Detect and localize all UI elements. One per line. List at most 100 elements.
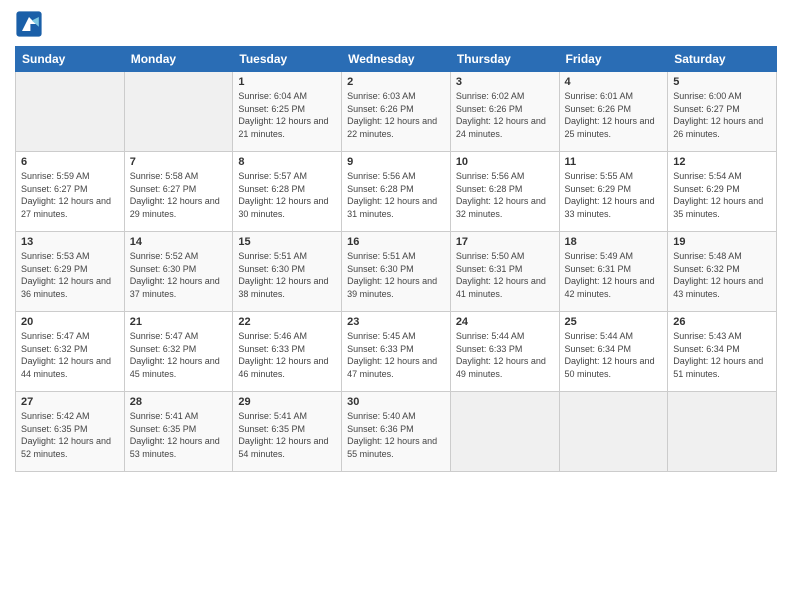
day-cell: 13 Sunrise: 5:53 AMSunset: 6:29 PMDayligh…	[16, 232, 125, 312]
day-number: 26	[673, 316, 771, 328]
day-cell: 28 Sunrise: 5:41 AMSunset: 6:35 PMDayligh…	[124, 392, 233, 472]
week-row-1: 1 Sunrise: 6:04 AMSunset: 6:25 PMDaylight…	[16, 72, 777, 152]
day-cell: 2Sunrise: 6:03 AMSunset: 6:26 PMDaylight…	[342, 72, 451, 152]
day-cell: 8 Sunrise: 5:57 AMSunset: 6:28 PMDaylight…	[233, 152, 342, 232]
day-number: 24	[456, 316, 554, 328]
day-cell: 6Sunrise: 5:59 AMSunset: 6:27 PMDaylight…	[16, 152, 125, 232]
day-cell: 1 Sunrise: 6:04 AMSunset: 6:25 PMDaylight…	[233, 72, 342, 152]
calendar-header: SundayMondayTuesdayWednesdayThursdayFrid…	[16, 47, 777, 72]
sun-info: Sunrise: 5:47 AMSunset: 6:32 PMDaylight:…	[21, 330, 119, 380]
day-number: 21	[130, 316, 228, 328]
day-cell: 19 Sunrise: 5:48 AMSunset: 6:32 PMDayligh…	[668, 232, 777, 312]
sun-info: Sunrise: 5:44 AMSunset: 6:34 PMDaylight:…	[565, 330, 663, 380]
day-cell: 15 Sunrise: 5:51 AMSunset: 6:30 PMDayligh…	[233, 232, 342, 312]
day-number: 30	[347, 396, 445, 408]
day-cell: 3 Sunrise: 6:02 AMSunset: 6:26 PMDaylight…	[450, 72, 559, 152]
sun-info: Sunrise: 5:46 AMSunset: 6:33 PMDaylight:…	[238, 330, 336, 380]
sun-info: Sunrise: 5:53 AMSunset: 6:29 PMDaylight:…	[21, 250, 119, 300]
header-cell-saturday: Saturday	[668, 47, 777, 72]
day-cell: 16 Sunrise: 5:51 AMSunset: 6:30 PMDayligh…	[342, 232, 451, 312]
header-cell-tuesday: Tuesday	[233, 47, 342, 72]
day-number: 5	[673, 76, 771, 88]
sun-info: Sunrise: 6:01 AMSunset: 6:26 PMDaylight:…	[565, 90, 663, 140]
day-cell: 18 Sunrise: 5:49 AMSunset: 6:31 PMDayligh…	[559, 232, 668, 312]
sun-info: Sunrise: 5:42 AMSunset: 6:35 PMDaylight:…	[21, 410, 119, 460]
sun-info: Sunrise: 6:00 AMSunset: 6:27 PMDaylight:…	[673, 90, 771, 140]
day-cell: 12 Sunrise: 5:54 AMSunset: 6:29 PMDayligh…	[668, 152, 777, 232]
day-number: 4	[565, 76, 663, 88]
calendar-table: SundayMondayTuesdayWednesdayThursdayFrid…	[15, 46, 777, 472]
week-row-3: 13 Sunrise: 5:53 AMSunset: 6:29 PMDayligh…	[16, 232, 777, 312]
day-cell: 17 Sunrise: 5:50 AMSunset: 6:31 PMDayligh…	[450, 232, 559, 312]
day-number: 19	[673, 236, 771, 248]
sun-info: Sunrise: 6:03 AMSunset: 6:26 PMDaylight:…	[347, 90, 445, 140]
day-cell: 5 Sunrise: 6:00 AMSunset: 6:27 PMDaylight…	[668, 72, 777, 152]
day-number: 28	[130, 396, 228, 408]
day-number: 1	[238, 76, 336, 88]
day-cell	[124, 72, 233, 152]
day-cell: 23Sunrise: 5:45 AMSunset: 6:33 PMDayligh…	[342, 312, 451, 392]
sun-info: Sunrise: 5:41 AMSunset: 6:35 PMDaylight:…	[238, 410, 336, 460]
day-cell	[16, 72, 125, 152]
header-cell-wednesday: Wednesday	[342, 47, 451, 72]
sun-info: Sunrise: 5:40 AMSunset: 6:36 PMDaylight:…	[347, 410, 445, 460]
day-number: 15	[238, 236, 336, 248]
day-number: 27	[21, 396, 119, 408]
day-cell: 25 Sunrise: 5:44 AMSunset: 6:34 PMDayligh…	[559, 312, 668, 392]
sun-info: Sunrise: 5:44 AMSunset: 6:33 PMDaylight:…	[456, 330, 554, 380]
day-number: 9	[347, 156, 445, 168]
day-number: 18	[565, 236, 663, 248]
calendar-body: 1 Sunrise: 6:04 AMSunset: 6:25 PMDaylight…	[16, 72, 777, 472]
header-cell-sunday: Sunday	[16, 47, 125, 72]
day-number: 17	[456, 236, 554, 248]
day-cell: 26 Sunrise: 5:43 AMSunset: 6:34 PMDayligh…	[668, 312, 777, 392]
day-cell: 21Sunrise: 5:47 AMSunset: 6:32 PMDayligh…	[124, 312, 233, 392]
day-number: 25	[565, 316, 663, 328]
day-number: 8	[238, 156, 336, 168]
day-cell: 10Sunrise: 5:56 AMSunset: 6:28 PMDayligh…	[450, 152, 559, 232]
day-number: 12	[673, 156, 771, 168]
logo	[15, 10, 47, 38]
sun-info: Sunrise: 5:51 AMSunset: 6:30 PMDaylight:…	[238, 250, 336, 300]
sun-info: Sunrise: 5:52 AMSunset: 6:30 PMDaylight:…	[130, 250, 228, 300]
day-cell: 29 Sunrise: 5:41 AMSunset: 6:35 PMDayligh…	[233, 392, 342, 472]
week-row-4: 20 Sunrise: 5:47 AMSunset: 6:32 PMDayligh…	[16, 312, 777, 392]
day-number: 7	[130, 156, 228, 168]
header-cell-monday: Monday	[124, 47, 233, 72]
page-container: SundayMondayTuesdayWednesdayThursdayFrid…	[0, 0, 792, 612]
logo-icon	[15, 10, 43, 38]
sun-info: Sunrise: 5:58 AMSunset: 6:27 PMDaylight:…	[130, 170, 228, 220]
week-row-2: 6Sunrise: 5:59 AMSunset: 6:27 PMDaylight…	[16, 152, 777, 232]
sun-info: Sunrise: 6:04 AMSunset: 6:25 PMDaylight:…	[238, 90, 336, 140]
day-number: 13	[21, 236, 119, 248]
sun-info: Sunrise: 6:02 AMSunset: 6:26 PMDaylight:…	[456, 90, 554, 140]
day-number: 29	[238, 396, 336, 408]
sun-info: Sunrise: 5:57 AMSunset: 6:28 PMDaylight:…	[238, 170, 336, 220]
sun-info: Sunrise: 5:54 AMSunset: 6:29 PMDaylight:…	[673, 170, 771, 220]
sun-info: Sunrise: 5:43 AMSunset: 6:34 PMDaylight:…	[673, 330, 771, 380]
day-cell: 22 Sunrise: 5:46 AMSunset: 6:33 PMDayligh…	[233, 312, 342, 392]
day-cell: 4 Sunrise: 6:01 AMSunset: 6:26 PMDaylight…	[559, 72, 668, 152]
sun-info: Sunrise: 5:51 AMSunset: 6:30 PMDaylight:…	[347, 250, 445, 300]
sun-info: Sunrise: 5:59 AMSunset: 6:27 PMDaylight:…	[21, 170, 119, 220]
week-row-5: 27 Sunrise: 5:42 AMSunset: 6:35 PMDayligh…	[16, 392, 777, 472]
day-number: 16	[347, 236, 445, 248]
day-number: 10	[456, 156, 554, 168]
day-number: 20	[21, 316, 119, 328]
day-cell: 11Sunrise: 5:55 AMSunset: 6:29 PMDayligh…	[559, 152, 668, 232]
sun-info: Sunrise: 5:49 AMSunset: 6:31 PMDaylight:…	[565, 250, 663, 300]
day-cell: 27 Sunrise: 5:42 AMSunset: 6:35 PMDayligh…	[16, 392, 125, 472]
day-number: 22	[238, 316, 336, 328]
sun-info: Sunrise: 5:50 AMSunset: 6:31 PMDaylight:…	[456, 250, 554, 300]
header	[15, 10, 777, 38]
sun-info: Sunrise: 5:41 AMSunset: 6:35 PMDaylight:…	[130, 410, 228, 460]
day-cell: 14 Sunrise: 5:52 AMSunset: 6:30 PMDayligh…	[124, 232, 233, 312]
sun-info: Sunrise: 5:56 AMSunset: 6:28 PMDaylight:…	[347, 170, 445, 220]
sun-info: Sunrise: 5:55 AMSunset: 6:29 PMDaylight:…	[565, 170, 663, 220]
day-cell: 24 Sunrise: 5:44 AMSunset: 6:33 PMDayligh…	[450, 312, 559, 392]
day-cell: 7 Sunrise: 5:58 AMSunset: 6:27 PMDaylight…	[124, 152, 233, 232]
day-number: 14	[130, 236, 228, 248]
sun-info: Sunrise: 5:48 AMSunset: 6:32 PMDaylight:…	[673, 250, 771, 300]
day-number: 3	[456, 76, 554, 88]
header-cell-friday: Friday	[559, 47, 668, 72]
